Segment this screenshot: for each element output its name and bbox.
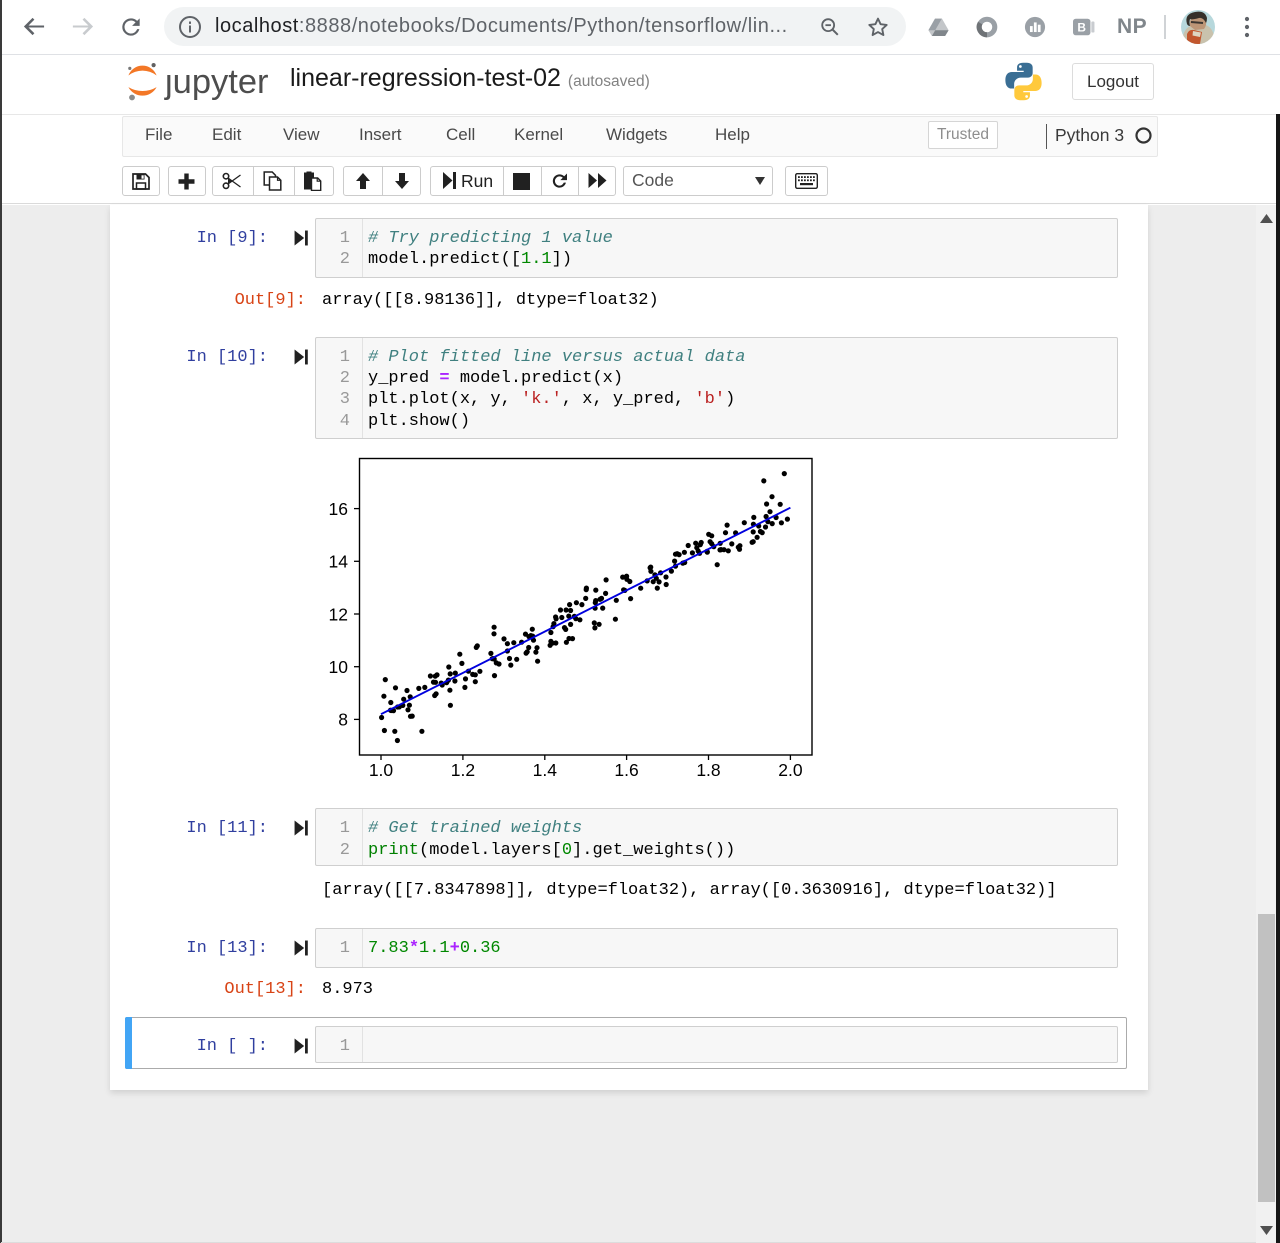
svg-text:8: 8: [338, 710, 348, 730]
svg-text:1.4: 1.4: [533, 760, 558, 780]
svg-text:10: 10: [329, 657, 349, 677]
svg-text:16: 16: [329, 499, 348, 519]
svg-text:14: 14: [329, 552, 349, 572]
svg-text:1.8: 1.8: [696, 760, 720, 780]
svg-text:12: 12: [329, 604, 348, 624]
svg-text:1.6: 1.6: [614, 760, 638, 780]
svg-text:1.2: 1.2: [451, 760, 475, 780]
svg-text:2.0: 2.0: [778, 760, 803, 780]
svg-text:B: B: [1077, 21, 1086, 35]
svg-text:1.0: 1.0: [369, 760, 394, 780]
